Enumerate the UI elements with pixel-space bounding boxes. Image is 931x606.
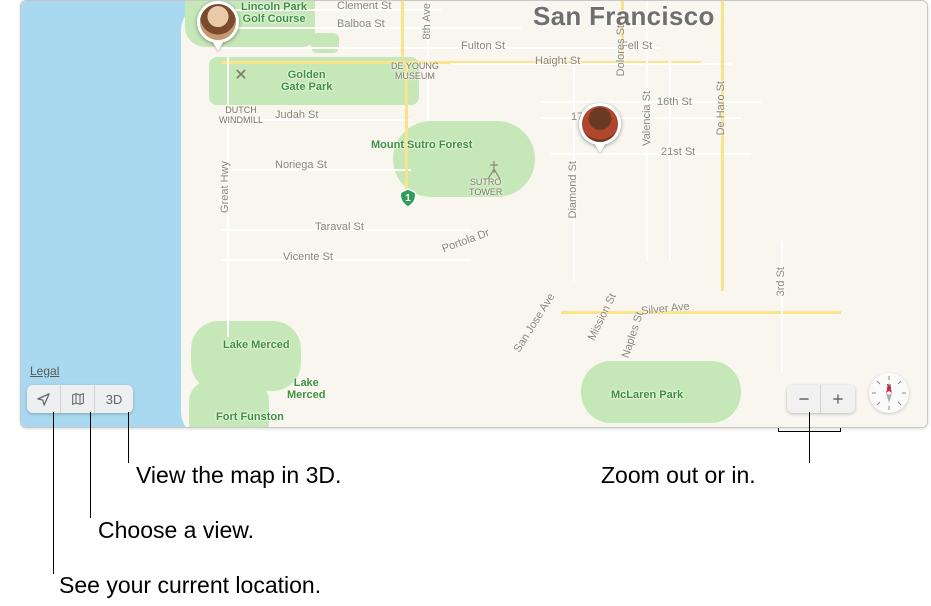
avatar-pin-2 bbox=[594, 143, 606, 153]
street-deharo: De Haro St bbox=[715, 81, 727, 135]
zoom-out-button[interactable] bbox=[787, 385, 821, 413]
poi-windmill: ✕ DUTCH WINDMILL bbox=[219, 45, 263, 145]
highway-shield-1-icon: 1 bbox=[397, 187, 419, 209]
callout-line bbox=[809, 412, 810, 463]
park-sutro bbox=[393, 121, 535, 197]
park-label-merced2: Lake Merced bbox=[287, 377, 326, 401]
avatar-pin-1 bbox=[212, 41, 224, 51]
map-controls-left: 3D bbox=[27, 385, 133, 413]
compass-button[interactable]: N bbox=[869, 373, 909, 413]
road bbox=[221, 47, 661, 49]
callout-line bbox=[90, 412, 91, 518]
callout-line bbox=[128, 412, 129, 463]
compass-n: N bbox=[886, 384, 891, 391]
map-view[interactable]: 1 San Francisco Lincoln Park Golf Course… bbox=[20, 0, 928, 428]
road bbox=[451, 63, 731, 65]
street-dolores: Dolores St bbox=[615, 25, 627, 76]
street-great-hwy: Great Hwy bbox=[219, 161, 231, 213]
callout-view: Choose a view. bbox=[98, 517, 254, 544]
street-clement: Clement St bbox=[337, 0, 391, 12]
callout-tick bbox=[778, 428, 779, 432]
road bbox=[781, 241, 783, 371]
park-small bbox=[311, 33, 339, 53]
road bbox=[405, 61, 408, 201]
person-avatar-2[interactable] bbox=[579, 103, 621, 145]
windmill-label: DUTCH WINDMILL bbox=[219, 105, 263, 125]
callout-zoom: Zoom out or in. bbox=[601, 462, 756, 489]
street-vicente: Vicente St bbox=[283, 251, 333, 263]
street-diamond: Diamond St bbox=[567, 161, 579, 218]
park-label-ggp: Golden Gate Park bbox=[281, 69, 332, 93]
road bbox=[401, 1, 404, 59]
street-taraval: Taraval St bbox=[315, 221, 364, 233]
callout-tick bbox=[840, 428, 841, 432]
tower-icon bbox=[487, 161, 501, 184]
street-third: 3rd St bbox=[775, 267, 787, 296]
svg-text:1: 1 bbox=[405, 193, 411, 204]
map-controls-zoom bbox=[787, 385, 855, 413]
3d-view-button[interactable]: 3D bbox=[95, 385, 133, 413]
street-eighth: 8th Ave bbox=[421, 3, 433, 40]
road bbox=[221, 259, 471, 261]
park-label-lincoln: Lincoln Park Golf Course bbox=[241, 1, 307, 25]
callout-location: See your current location. bbox=[59, 572, 321, 599]
poi-deyoung: DE YOUNG MUSEUM bbox=[391, 61, 439, 81]
street-valencia: Valencia St bbox=[641, 91, 653, 146]
street-noriega: Noriega St bbox=[275, 159, 327, 171]
park-label-merced: Lake Merced bbox=[223, 339, 290, 351]
callout-brace bbox=[778, 431, 841, 432]
park-label-sutro-forest: Mount Sutro Forest bbox=[371, 139, 472, 151]
street-fulton: Fulton St bbox=[461, 40, 505, 52]
street-judah: Judah St bbox=[275, 109, 318, 121]
street-balboa: Balboa St bbox=[337, 18, 385, 30]
zoom-in-button[interactable] bbox=[821, 385, 855, 413]
map-view-button[interactable] bbox=[61, 385, 95, 413]
park-label-funston: Fort Funston bbox=[216, 411, 284, 423]
street-haight: Haight St bbox=[535, 55, 580, 67]
person-avatar-1[interactable] bbox=[197, 1, 239, 43]
callout-line bbox=[53, 412, 54, 574]
callout-3d: View the map in 3D. bbox=[136, 462, 341, 489]
street-21st: 21st St bbox=[661, 146, 695, 158]
road bbox=[669, 61, 671, 261]
legal-link[interactable]: Legal bbox=[30, 364, 59, 378]
current-location-button[interactable] bbox=[27, 385, 61, 413]
street-16th: 16th St bbox=[657, 96, 692, 108]
road bbox=[721, 1, 724, 291]
park-label-mclaren: McLaren Park bbox=[611, 389, 683, 401]
